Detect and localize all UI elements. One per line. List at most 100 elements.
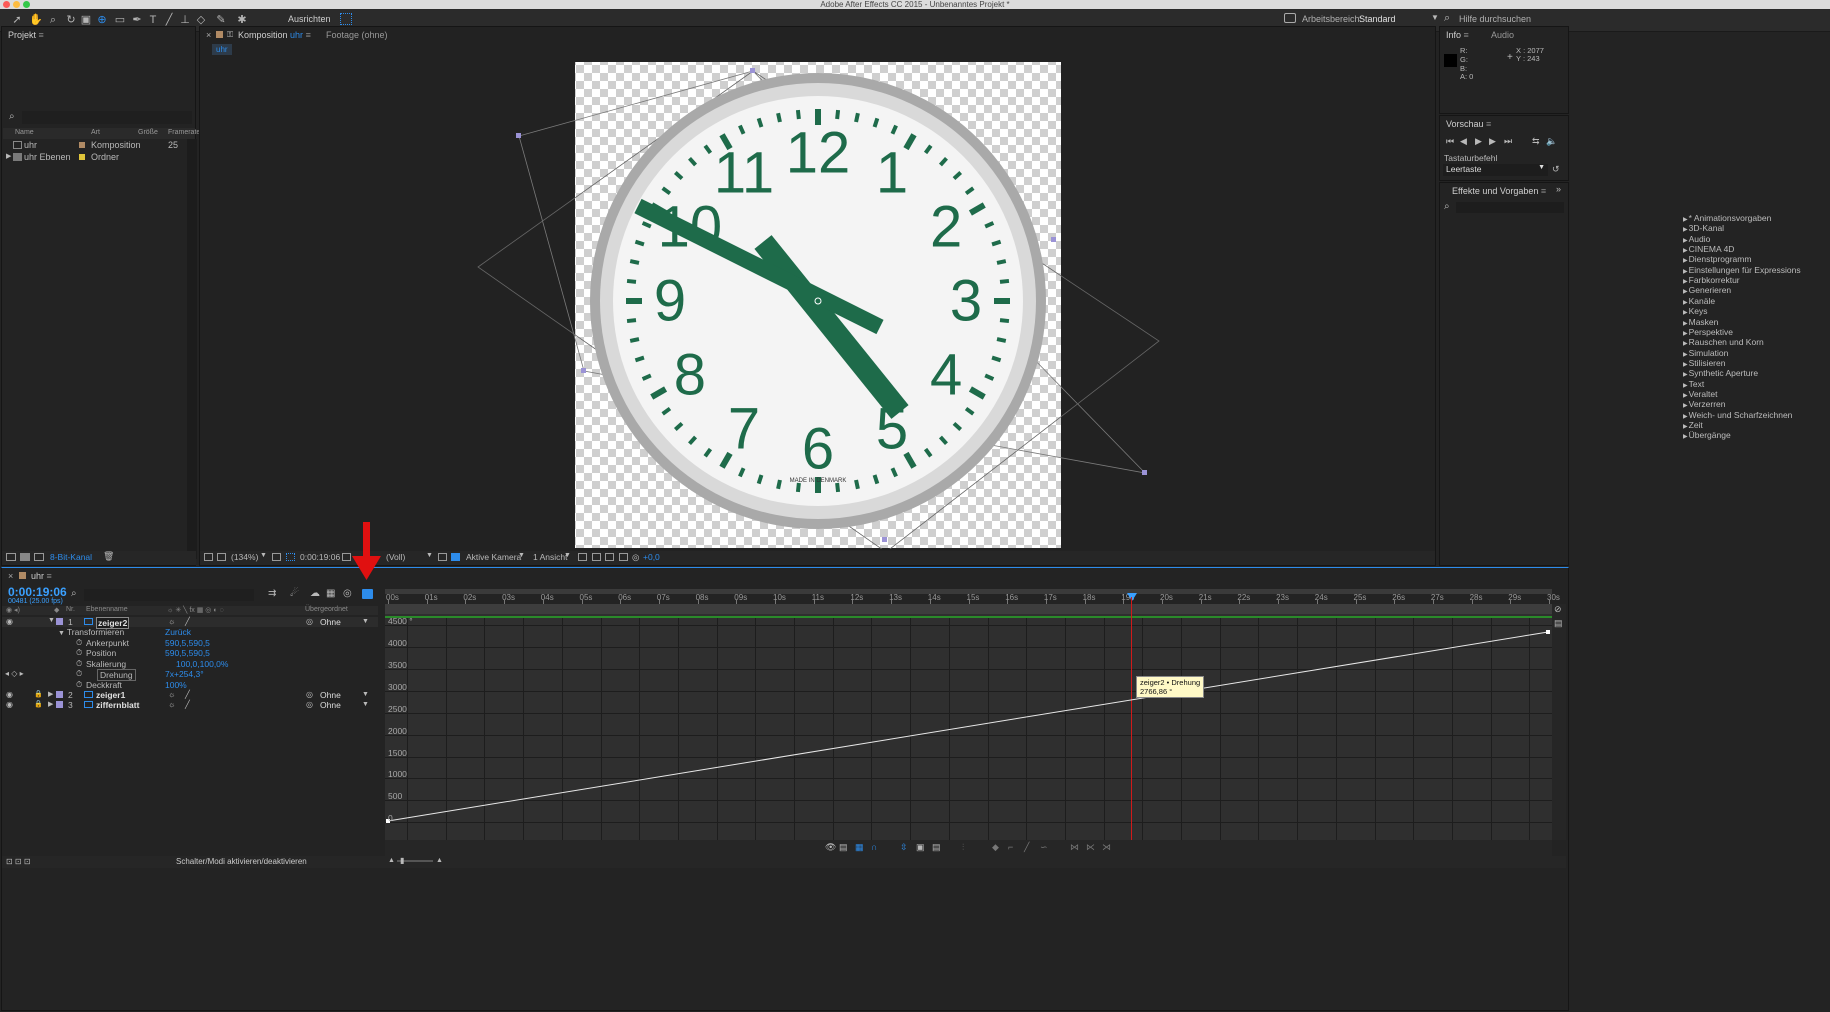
effects-category[interactable]: ▶Zeit: [1683, 420, 1703, 430]
project-item[interactable]: ▶ uhr Ebenen Ordner: [2, 152, 195, 163]
disclosure-triangle-icon[interactable]: ▶: [1683, 227, 1688, 233]
comp-button-icon[interactable]: ⊘: [1554, 604, 1562, 615]
workspace-select[interactable]: Standard: [1359, 14, 1396, 24]
effects-category[interactable]: ▶Übergänge: [1683, 430, 1731, 440]
disclosure-triangle-icon[interactable]: ▶: [1683, 289, 1688, 295]
property-value[interactable]: 100,0,100,0%: [176, 659, 228, 669]
separate-dimensions-icon[interactable]: ⫶: [962, 842, 964, 853]
label-color-swatch[interactable]: [56, 618, 63, 625]
hand-tool-icon[interactable]: ✋: [29, 13, 43, 27]
shy-switch-icon[interactable]: ☼: [168, 700, 175, 709]
disclosure-triangle-icon[interactable]: ▶: [1683, 269, 1688, 275]
tab-info[interactable]: Info: [1446, 30, 1461, 40]
effects-category[interactable]: ▶3D-Kanal: [1683, 223, 1724, 233]
current-time-indicator[interactable]: [1127, 593, 1137, 601]
fit-selection-icon[interactable]: ▣: [916, 842, 925, 853]
comp-viewer[interactable]: 121234567891011 MADE IN DENMARK: [200, 57, 1437, 549]
parent-dropdown-icon[interactable]: ▼: [362, 691, 369, 698]
disclosure-triangle-icon[interactable]: ▶: [1683, 341, 1688, 347]
stopwatch-icon[interactable]: ⏱: [76, 648, 82, 658]
disclosure-triangle-icon[interactable]: ▶: [1683, 414, 1688, 420]
work-area-region[interactable]: [385, 604, 1552, 614]
lock-icon[interactable]: 🔒: [34, 700, 43, 708]
property-value[interactable]: 100%: [165, 680, 187, 690]
snap-graph-icon[interactable]: ∩: [871, 842, 877, 852]
panel-menu-icon[interactable]: »: [1556, 184, 1561, 194]
puppet-tool-icon[interactable]: ✱: [235, 13, 249, 27]
easy-ease-icon[interactable]: ⋈: [1070, 842, 1079, 853]
disclosure-triangle-icon[interactable]: ▶: [48, 690, 53, 698]
monitor-icon[interactable]: [217, 553, 226, 561]
stopwatch-icon[interactable]: ⏱: [76, 680, 82, 690]
layer-name[interactable]: ziffernblatt: [96, 700, 139, 710]
new-folder-icon[interactable]: [20, 553, 30, 561]
disclosure-triangle-icon[interactable]: ▶: [1683, 300, 1688, 306]
auto-zoom-height-icon[interactable]: ⇳: [900, 842, 908, 853]
comp-mini-flowchart-icon[interactable]: ⇉: [268, 588, 276, 599]
current-time-display[interactable]: 0:00:19:06: [300, 552, 340, 562]
close-window-icon[interactable]: [3, 1, 10, 8]
help-search-input[interactable]: Hilfe durchsuchen: [1459, 14, 1531, 24]
col-size[interactable]: Größe: [138, 129, 158, 136]
close-tab-icon[interactable]: ×: [206, 26, 211, 44]
effects-category[interactable]: ▶Masken: [1683, 317, 1718, 327]
eraser-tool-icon[interactable]: ◇: [194, 13, 208, 27]
property-value[interactable]: 7x+254,3°: [165, 669, 204, 679]
disclosure-triangle-icon[interactable]: ▶: [1683, 258, 1688, 264]
disclosure-triangle-icon[interactable]: ▶: [1683, 321, 1688, 327]
disclosure-triangle-icon[interactable]: ▼: [48, 617, 55, 624]
disclosure-triangle-icon[interactable]: ▶: [1683, 331, 1688, 337]
fit-all-icon[interactable]: ▤: [932, 842, 941, 853]
effects-category[interactable]: ▶Text: [1683, 379, 1704, 389]
zoom-select[interactable]: (134%): [231, 552, 258, 562]
comp-breadcrumb[interactable]: uhr: [212, 44, 232, 55]
parent-select[interactable]: Ohne: [320, 700, 341, 710]
keyframe-navigator-icon[interactable]: ◂ ◇ ▸: [5, 669, 24, 678]
effects-category[interactable]: ▶Synthetic Aperture: [1683, 368, 1758, 378]
show-properties-icon[interactable]: 👁: [825, 842, 836, 853]
disclosure-triangle-icon[interactable]: ▶: [6, 152, 11, 160]
effects-category[interactable]: ▶Generieren: [1683, 285, 1731, 295]
disclosure-triangle-icon[interactable]: ▶: [1683, 372, 1688, 378]
disclosure-triangle-icon[interactable]: ▶: [1683, 310, 1688, 316]
disclosure-triangle-icon[interactable]: ▶: [1683, 362, 1688, 368]
parent-select[interactable]: Ohne: [320, 690, 341, 700]
reset-icon[interactable]: ↺: [1552, 164, 1560, 175]
zoom-dropdown-icon[interactable]: ▼: [260, 552, 267, 559]
roto-brush-tool-icon[interactable]: ✎: [214, 13, 228, 27]
disclosure-triangle-icon[interactable]: ▶: [1683, 279, 1688, 285]
camera-dropdown-icon[interactable]: ▼: [518, 552, 525, 559]
project-search-input[interactable]: [22, 111, 192, 124]
effects-category[interactable]: ▶Rauschen und Korn: [1683, 337, 1764, 347]
resolution-dropdown-icon[interactable]: ▼: [426, 552, 433, 559]
effects-category[interactable]: ▶Perspektive: [1683, 327, 1733, 337]
close-timeline-icon[interactable]: ×: [8, 567, 13, 585]
choose-graph-type-icon[interactable]: ▤: [1554, 618, 1563, 629]
camera-tool-icon[interactable]: ▣: [79, 13, 93, 27]
minimize-window-icon[interactable]: [13, 1, 20, 8]
project-item[interactable]: uhr Komposition 25: [2, 140, 195, 151]
eye-icon[interactable]: ◉: [6, 700, 13, 709]
zoom-out-icon[interactable]: ▲: [388, 857, 395, 864]
always-preview-icon[interactable]: [204, 553, 213, 561]
lock-icon[interactable]: ⚿: [227, 30, 233, 40]
tab-audio[interactable]: Audio: [1491, 26, 1514, 44]
brush-tool-icon[interactable]: ╱: [162, 13, 176, 27]
snap-icon[interactable]: [340, 13, 352, 25]
hold-keyframe-icon[interactable]: ⌐: [1008, 842, 1013, 852]
zoom-in-icon[interactable]: ▲: [436, 857, 443, 864]
audio-icon[interactable]: 🔈: [1546, 136, 1557, 147]
toggle-switches-modes-button[interactable]: Schalter/Modi aktivieren/deaktivieren: [176, 857, 307, 866]
pickwhip-icon[interactable]: ◎: [306, 700, 313, 709]
parent-dropdown-icon[interactable]: ▼: [362, 618, 369, 625]
disclosure-triangle-icon[interactable]: ▶: [1683, 383, 1688, 389]
col-framerate[interactable]: Framerate: [168, 129, 200, 136]
reset-exposure-icon[interactable]: ◎: [632, 552, 639, 563]
property-value[interactable]: 590,5,590,5: [165, 638, 210, 648]
project-scrollbar[interactable]: [187, 139, 197, 559]
views-dropdown-icon[interactable]: ▼: [564, 552, 571, 559]
exposure-value[interactable]: +0,0: [643, 552, 660, 562]
trash-icon[interactable]: 🗑: [103, 551, 114, 562]
safe-zones-icon[interactable]: [272, 553, 281, 561]
quality-switch-icon[interactable]: ╱: [185, 700, 190, 709]
